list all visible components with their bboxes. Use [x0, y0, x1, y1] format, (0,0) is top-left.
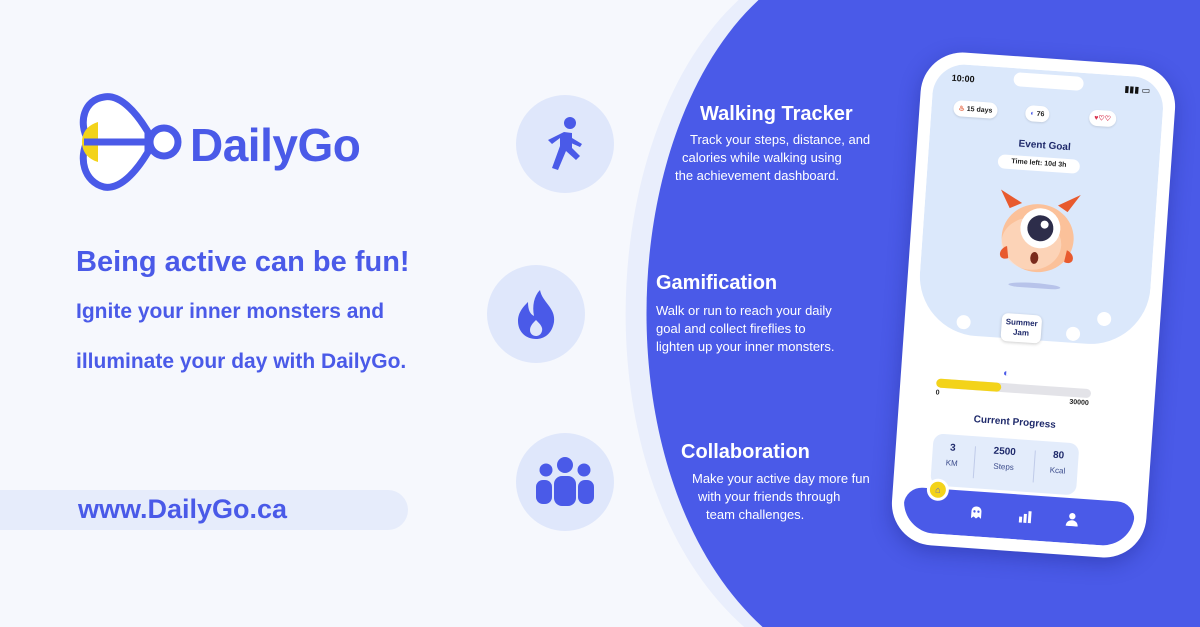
firefly-marker-icon: ◐ — [1002, 368, 1010, 380]
fire-icon: ♨ — [958, 105, 966, 113]
feature-title-walking-tracker: Walking Tracker — [700, 103, 853, 125]
feature-desc-line: goal and collect fireflies to — [656, 321, 806, 336]
feature-desc-line: Track your steps, distance, and — [690, 132, 871, 147]
stat-value: 3 — [949, 442, 956, 454]
stat-steps: 2500 Steps — [983, 445, 1025, 473]
status-icons: ▮▮▮ ▭ — [1124, 83, 1151, 96]
stat-value: 80 — [1052, 449, 1065, 462]
fireflies-count: 76 — [1036, 110, 1045, 118]
status-time: 10:00 — [951, 72, 975, 85]
website-link[interactable]: www.DailyGo.ca — [78, 494, 287, 525]
fireflies-chip[interactable]: ◐ 76 — [1024, 104, 1050, 123]
feature-desc-line: calories while walking using — [682, 150, 842, 165]
nav-home-button[interactable]: ⌂ — [926, 478, 950, 502]
app-screen: 10:00 ▮▮▮ ▭ ♨ 15 days ◐ 76 ♥♡♡ Event Goa… — [901, 62, 1166, 548]
logo-wordmark: DailyGo — [190, 119, 361, 171]
stat-value: 2500 — [993, 445, 1017, 459]
feature-title-gamification: Gamification — [656, 272, 778, 294]
feature-desc-line: lighten up your inner monsters. — [656, 339, 835, 354]
feature-title-collaboration: Collaboration — [681, 441, 810, 463]
stat-distance: 3 KM — [932, 441, 974, 469]
season-line-2: Jam — [1012, 327, 1030, 338]
walking-person-icon — [548, 117, 582, 170]
subline-1: Ignite your inner monsters and — [76, 300, 385, 323]
progress-fill — [936, 378, 1002, 392]
monster-icon[interactable] — [984, 185, 1091, 292]
divider — [972, 446, 977, 479]
season-badge[interactable]: Summer Jam — [1000, 312, 1043, 344]
current-progress-title: Current Progress — [973, 414, 1057, 431]
stat-calories: 80 Kcal — [1037, 449, 1079, 477]
season-line-1: Summer — [1005, 317, 1039, 329]
stats-card: 3 KM 2500 Steps 80 Kcal — [930, 433, 1080, 496]
hearts-chip[interactable]: ♥♡♡ — [1088, 109, 1117, 128]
stat-label: KM — [945, 458, 959, 469]
profile-nav-icon[interactable] — [1065, 512, 1080, 527]
progress-min-label: 0 — [935, 389, 940, 397]
stat-label: Steps — [993, 461, 1015, 473]
stat-label: Kcal — [1049, 465, 1066, 476]
hearts-icon: ♥♡♡ — [1093, 114, 1112, 123]
phone-mockup: 10:00 ▮▮▮ ▭ ♨ 15 days ◐ 76 ♥♡♡ Event Goa… — [889, 49, 1178, 561]
gamification-icon-circle — [487, 265, 585, 363]
feature-desc-line: the achievement dashboard. — [675, 168, 840, 183]
progress-max-label: 30000 — [1069, 398, 1089, 408]
bottom-nav: ⌂ — [901, 478, 1136, 548]
subline-2: illuminate your day with DailyGo. — [76, 350, 407, 373]
feature-desc-line: Walk or run to reach your daily — [656, 303, 832, 318]
feature-desc-line: Make your active day more fun — [692, 471, 870, 486]
streak-label: 15 days — [966, 105, 993, 115]
firefly-icon: ◐ — [1030, 109, 1035, 118]
monster-nav-icon[interactable] — [969, 505, 984, 520]
home-icon: ⌂ — [929, 481, 947, 499]
progress-bar — [936, 378, 1092, 399]
flame-icon — [518, 290, 555, 339]
chart-nav-icon[interactable] — [1018, 508, 1033, 524]
walking-tracker-icon-circle — [516, 95, 614, 193]
team-icon — [536, 457, 594, 506]
headline: Being active can be fun! — [76, 246, 410, 278]
divider — [1032, 450, 1036, 483]
streak-chip[interactable]: ♨ 15 days — [952, 99, 998, 119]
banner: DailyGo Being active can be fun! Ignite … — [0, 0, 1200, 627]
collaboration-icon-circle — [516, 433, 614, 531]
feature-desc-line: with your friends through — [698, 489, 841, 504]
feature-desc-line: team challenges. — [706, 507, 805, 522]
